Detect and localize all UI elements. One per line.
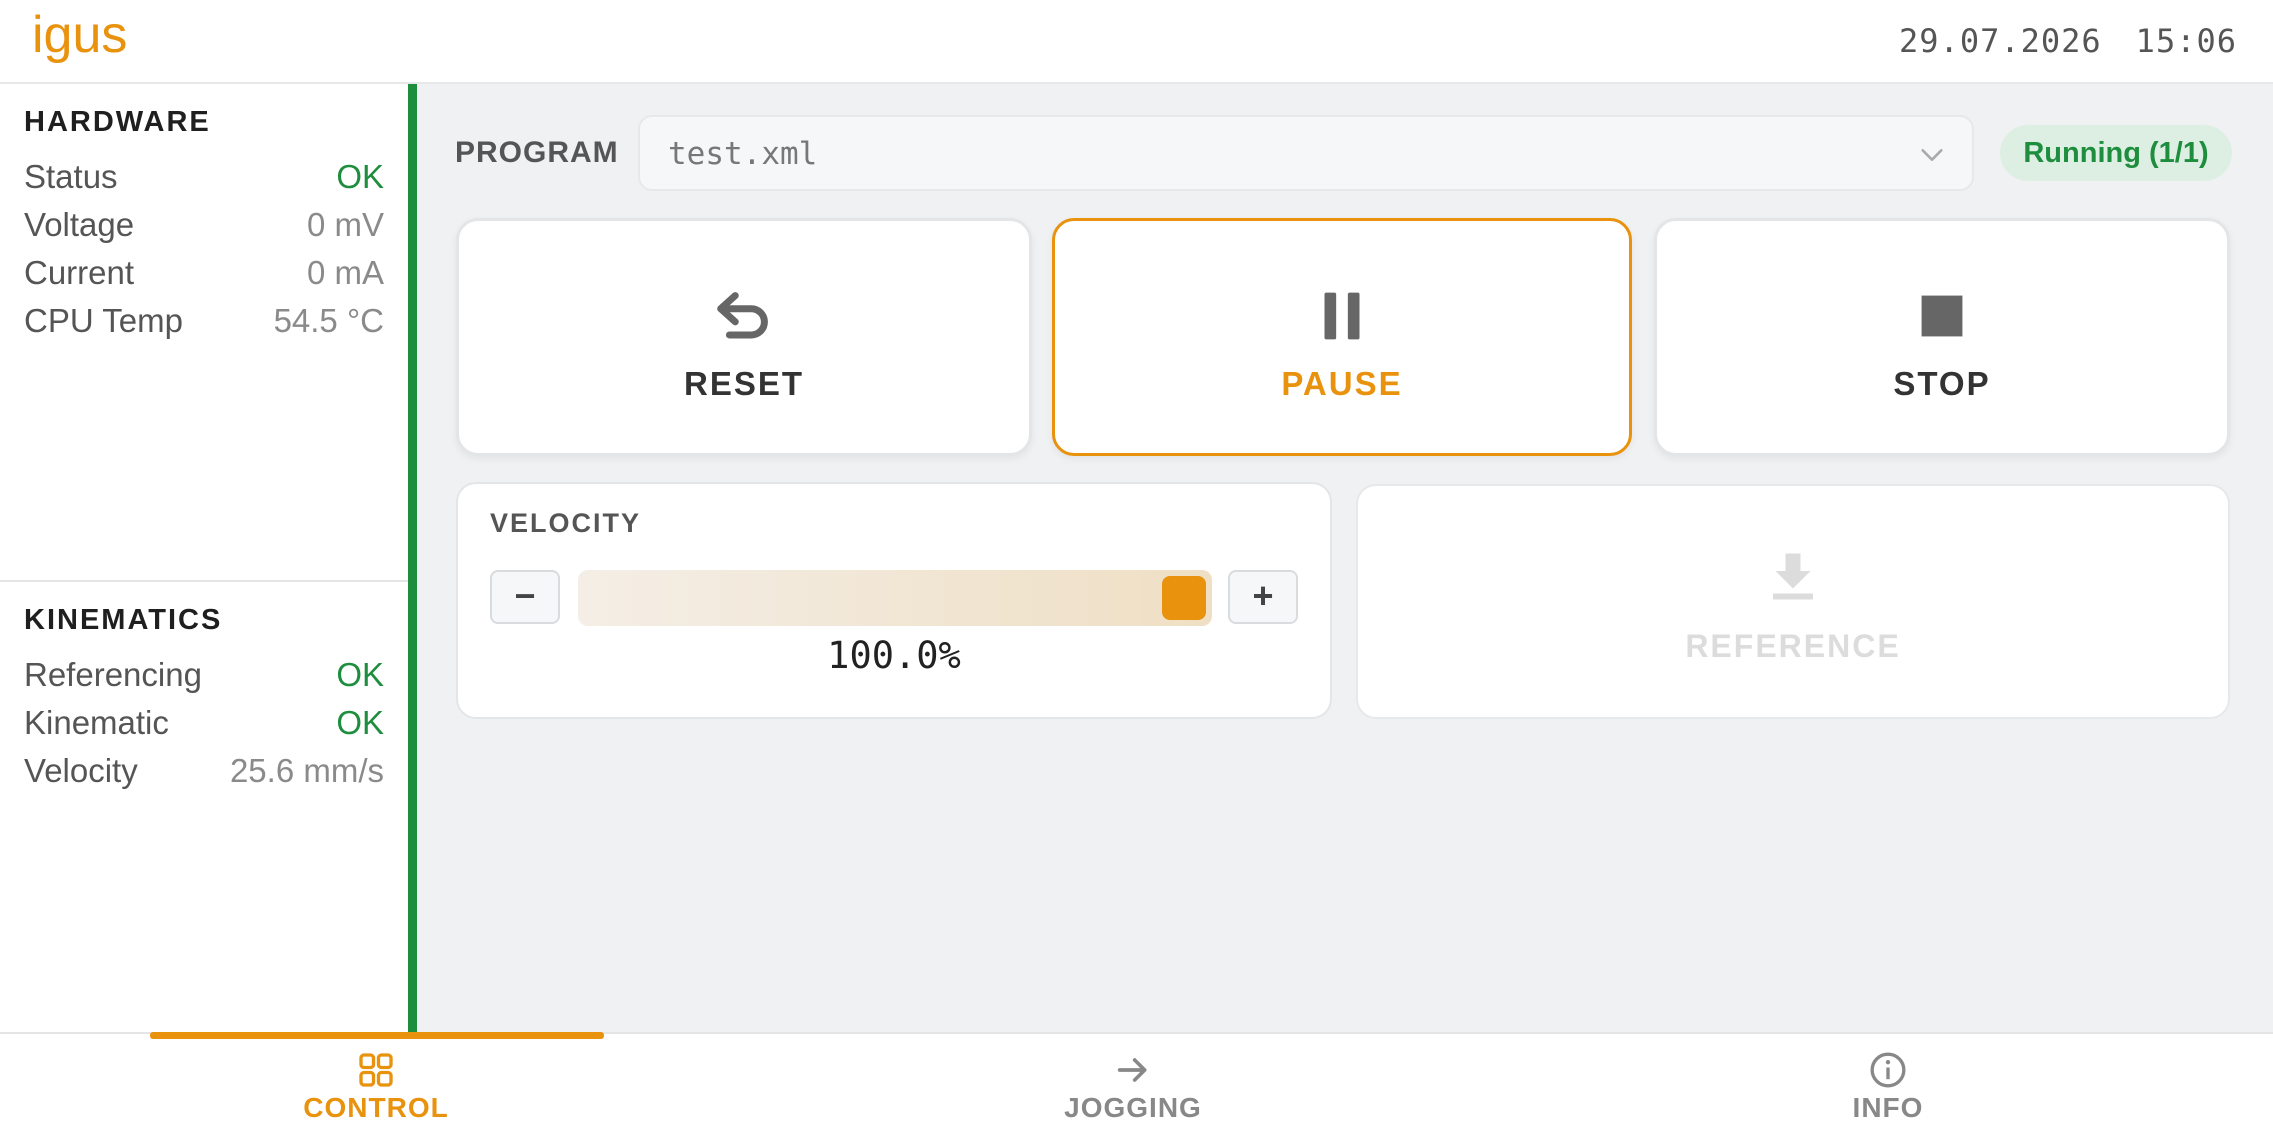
hardware-row-current: Current 0 mA [24,254,384,298]
row-value: 54.5 °C [273,302,384,339]
pause-icon [1324,292,1360,340]
row-label: Kinematic [24,704,169,741]
velocity-increase-button[interactable]: + [1228,570,1298,624]
stop-label: STOP [1893,365,1991,402]
app-header: igus 29.07.2026 15:06 [0,0,2273,84]
info-icon [1870,1052,1906,1088]
hardware-title: HARDWARE [24,106,211,138]
row-value: OK [336,704,384,741]
hardware-row-status: Status OK [24,158,384,202]
row-label: Velocity [24,752,138,789]
row-label: Current [24,254,135,291]
pause-button[interactable]: PAUSE [1052,218,1632,456]
stop-icon [1921,295,1963,337]
nav-active-indicator [150,1032,604,1039]
row-label: Voltage [24,206,135,243]
reference-label: REFERENCE [1685,628,1901,664]
row-value: 0 mV [306,206,384,243]
hardware-row-cpu-temp: CPU Temp 54.5 °C [24,302,384,346]
grid-icon [359,1053,393,1087]
date-display: 29.07.2026 [1899,22,2102,60]
kinematics-row-referencing: Referencing OK [24,656,384,700]
velocity-title: VELOCITY [490,508,642,538]
program-status-badge: Running (1/1) [2000,125,2232,181]
hardware-row-voltage: Voltage 0 mV [24,206,384,250]
kinematics-panel: KINEMATICS Referencing OK Kinematic OK V… [0,582,408,1032]
reset-button[interactable]: RESET [456,218,1032,456]
chevron-down-icon [1921,149,1943,161]
kinematics-title: KINEMATICS [24,604,223,636]
row-label: CPU Temp [24,302,183,339]
row-label: Referencing [24,656,202,693]
program-selected-value: test.xml [668,136,818,172]
velocity-value: 100.0% [827,634,961,677]
velocity-slider-thumb[interactable] [1162,576,1206,620]
nav-jogging[interactable]: JOGGING [983,1034,1283,1136]
row-value: 25.6 mm/s [229,752,384,789]
kinematics-row-velocity: Velocity 25.6 mm/s [24,752,384,796]
velocity-decrease-button[interactable]: − [490,570,560,624]
program-select[interactable]: test.xml [638,115,1974,191]
nav-info-label: INFO [1852,1092,1924,1123]
hardware-panel: HARDWARE Status OK Voltage 0 mV Current … [0,84,408,582]
stop-button[interactable]: STOP [1654,218,2230,456]
arrow-right-icon [1117,1058,1147,1082]
nav-control[interactable]: CONTROL [226,1034,526,1136]
kinematics-row-kinematic: Kinematic OK [24,704,384,748]
nav-control-label: CONTROL [303,1092,449,1123]
bottom-nav: CONTROL JOGGING INFO [0,1032,2273,1136]
svg-text:igus: igus [32,8,127,64]
velocity-card: VELOCITY − + 100.0% [456,482,1332,719]
igus-logo: igus [32,8,127,64]
pause-label: PAUSE [1281,365,1403,402]
status-indicator-bar [408,84,417,1032]
row-value: OK [336,656,384,693]
nav-info[interactable]: INFO [1738,1034,2038,1136]
reset-label: RESET [683,365,805,402]
velocity-slider[interactable] [578,570,1212,626]
row-value: OK [336,158,384,195]
undo-icon [717,292,768,339]
reference-button[interactable]: REFERENCE [1356,484,2230,719]
program-label: PROGRAM [455,136,619,169]
download-icon [1773,553,1813,600]
row-value: 0 mA [306,254,384,291]
nav-jogging-label: JOGGING [1064,1092,1202,1123]
time-display: 15:06 [2135,22,2237,60]
row-label: Status [24,158,118,195]
date-time: 29.07.2026 15:06 [1899,22,2237,60]
